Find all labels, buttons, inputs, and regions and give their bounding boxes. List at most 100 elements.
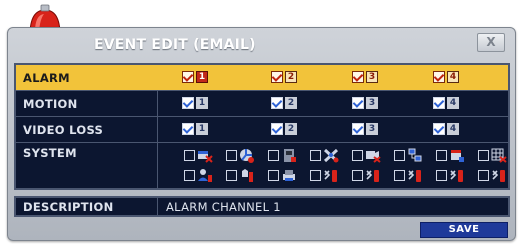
disk-full-icon	[284, 149, 296, 162]
checkbox-icon	[436, 150, 447, 161]
fan-error-icon	[323, 148, 339, 163]
video-loss-checkbox-4[interactable]: 4	[433, 123, 459, 135]
description-label: DESCRIPTION	[16, 198, 158, 215]
channel-number: 1	[196, 97, 208, 109]
system-checkbox-disk-full[interactable]	[268, 148, 297, 163]
channel-number: 3	[366, 71, 378, 83]
checkbox-icon	[268, 170, 279, 181]
alarm-checkbox-3[interactable]: 3	[352, 71, 378, 83]
channel-number: 2	[285, 97, 297, 109]
row-motion[interactable]: MOTION 1 2 3 4	[16, 91, 508, 117]
checkbox-icon	[271, 97, 283, 109]
recording-error-icon	[366, 170, 379, 182]
channel-number: 2	[285, 71, 297, 83]
checkbox-icon	[352, 97, 364, 109]
description-input[interactable]: ALARM CHANNEL 1	[166, 198, 281, 215]
motion-checkbox-1[interactable]: 1	[182, 97, 208, 109]
fan-icon	[240, 149, 254, 163]
system-checkbox-login-fail[interactable]	[184, 168, 213, 183]
checkbox-icon	[352, 71, 364, 83]
disk-error-icon	[198, 151, 213, 163]
recording-error-icon	[492, 170, 505, 182]
checkbox-icon	[226, 170, 237, 181]
recording-error-icon	[450, 170, 463, 182]
close-button[interactable]: X	[477, 33, 505, 52]
system-checkbox-fan[interactable]	[226, 148, 255, 163]
video-loss-checkbox-2[interactable]: 2	[271, 123, 297, 135]
row-label: SYSTEM	[16, 143, 158, 188]
system-checkbox-rec-error-3[interactable]	[394, 168, 423, 183]
event-edit-dialog: EVENT EDIT (EMAIL) X ALARM 1 2 3 4 MOTIO…	[7, 27, 516, 241]
video-loss-checkbox-3[interactable]: 3	[352, 123, 378, 135]
save-button[interactable]: SAVE	[420, 222, 508, 238]
hdd-fail-icon	[451, 150, 464, 162]
motion-checkbox-2[interactable]: 2	[271, 97, 297, 109]
system-checkbox-disk-grid[interactable]	[478, 148, 507, 163]
checkbox-icon	[182, 123, 194, 135]
system-checkbox-rec-error-4[interactable]	[436, 168, 465, 183]
row-video-loss[interactable]: VIDEO LOSS 1 2 3 4	[16, 117, 508, 143]
checkbox-icon	[394, 170, 405, 181]
checkbox-icon	[352, 170, 363, 181]
alarm-checkbox-2[interactable]: 2	[271, 71, 297, 83]
checkbox-icon	[226, 150, 237, 161]
channel-number: 4	[447, 97, 459, 109]
event-grid: ALARM 1 2 3 4 MOTION 1 2 3 4 VIDEO LOSS …	[14, 63, 510, 190]
alarm-checkbox-4[interactable]: 4	[433, 71, 459, 83]
checkbox-icon	[184, 150, 195, 161]
system-checkbox-disk-error[interactable]	[184, 148, 213, 163]
checkbox-icon	[352, 150, 363, 161]
channel-number: 1	[196, 123, 208, 135]
system-checkbox-print[interactable]	[268, 168, 297, 183]
alarm-checkbox-1[interactable]: 1	[182, 71, 208, 83]
login-fail-icon	[198, 169, 212, 182]
checkbox-icon	[271, 123, 283, 135]
row-label: MOTION	[16, 91, 158, 116]
system-checkbox-video-error[interactable]	[352, 148, 381, 163]
channel-number: 3	[366, 123, 378, 135]
dialog-title: EVENT EDIT (EMAIL)	[94, 37, 256, 53]
checkbox-icon	[433, 97, 445, 109]
disk-grid-icon	[491, 148, 507, 163]
channel-number: 2	[285, 123, 297, 135]
checkbox-icon	[182, 97, 194, 109]
print-icon	[283, 170, 295, 181]
system-checkbox-rec-error-2[interactable]	[352, 168, 381, 183]
checkbox-icon	[182, 71, 194, 83]
checkbox-icon	[352, 123, 364, 135]
checkbox-icon	[433, 123, 445, 135]
checkbox-icon	[433, 71, 445, 83]
channel-number: 4	[447, 123, 459, 135]
motion-checkbox-3[interactable]: 3	[352, 97, 378, 109]
row-system[interactable]: SYSTEM	[16, 143, 508, 188]
row-label: ALARM	[16, 65, 158, 90]
checkbox-icon	[394, 150, 405, 161]
video-loss-checkbox-1[interactable]: 1	[182, 123, 208, 135]
system-checkbox-network[interactable]	[394, 148, 423, 163]
system-checkbox-hdd-fail[interactable]	[436, 148, 465, 163]
checkbox-icon	[268, 150, 279, 161]
channel-number: 1	[196, 71, 208, 83]
video-error-icon	[366, 151, 381, 163]
system-checkbox-rec-error-1[interactable]	[310, 168, 339, 183]
checkbox-icon	[184, 170, 195, 181]
checkbox-icon	[310, 170, 321, 181]
checkbox-icon	[478, 170, 489, 181]
recording-error-icon	[324, 170, 337, 182]
system-checkbox-fan-error[interactable]	[310, 148, 339, 163]
system-checkbox-power[interactable]	[226, 168, 255, 183]
checkbox-icon	[478, 150, 489, 161]
checkbox-icon	[436, 170, 447, 181]
title-bar: EVENT EDIT (EMAIL) X	[8, 28, 515, 62]
power-icon	[242, 169, 253, 182]
motion-checkbox-4[interactable]: 4	[433, 97, 459, 109]
description-row: DESCRIPTION ALARM CHANNEL 1	[14, 196, 510, 217]
system-checkbox-rec-error-5[interactable]	[478, 168, 507, 183]
channel-number: 4	[447, 71, 459, 83]
recording-error-icon	[408, 170, 421, 182]
network-icon	[408, 148, 422, 162]
checkbox-icon	[271, 71, 283, 83]
checkbox-icon	[310, 150, 321, 161]
channel-number: 3	[366, 97, 378, 109]
row-alarm[interactable]: ALARM 1 2 3 4	[16, 65, 508, 91]
